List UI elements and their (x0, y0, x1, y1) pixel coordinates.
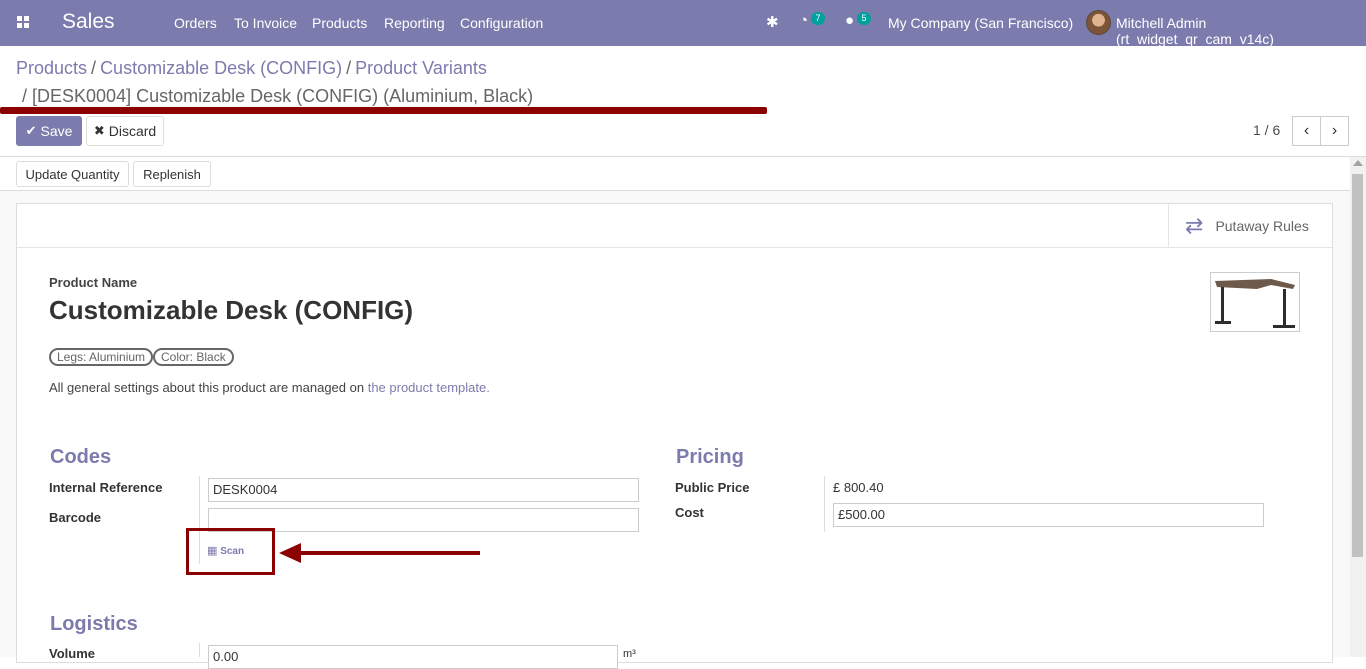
product-name-field[interactable]: Customizable Desk (CONFIG) (49, 295, 413, 326)
pager-value[interactable]: 1 / 6 (1253, 122, 1280, 138)
cost-input[interactable]: £500.00 (833, 503, 1264, 527)
breadcrumb-item-products[interactable]: Products (16, 58, 87, 78)
product-image[interactable] (1210, 272, 1300, 332)
scroll-up-arrow-icon[interactable] (1353, 160, 1363, 166)
desk-image (1215, 279, 1295, 328)
app-name[interactable]: Sales (62, 10, 115, 34)
pager-previous-button[interactable]: ‹ (1292, 116, 1321, 146)
barcode-label: Barcode (49, 510, 102, 525)
internal-reference-label: Internal Reference (49, 480, 163, 495)
volume-unit: m³ (623, 648, 636, 660)
annotation-arrow-head (279, 543, 301, 563)
logistics-group-title: Logistics (50, 613, 138, 635)
message-count-badge: 5 (857, 12, 871, 25)
messages-chat-icon[interactable]: ● (845, 12, 854, 29)
replenish-button[interactable]: Replenish (133, 161, 211, 187)
save-label: Save (40, 123, 73, 139)
annotation-underline (0, 107, 767, 114)
annotation-highlight-box (186, 528, 275, 575)
annotation-arrow-line (298, 551, 480, 555)
form-statusbar: Update Quantity Replenish (0, 157, 1350, 191)
chevron-left-icon: ‹ (1303, 122, 1310, 139)
cost-label: Cost (675, 505, 704, 520)
public-price-label: Public Price (675, 480, 750, 495)
tag-legs: Legs: Aluminium (49, 348, 154, 366)
smart-button-box: ⇄ Putaway Rules (17, 204, 1332, 248)
codes-group-title: Codes (50, 446, 112, 468)
pricing-divider (824, 476, 825, 532)
menu-reporting[interactable]: Reporting (384, 15, 445, 31)
user-menu[interactable]: Mitchell Admin (rt_widget_qr_cam_v14c) (1116, 15, 1366, 47)
activity-clock-icon[interactable]: ◔ (799, 12, 808, 29)
save-button[interactable]: ✔ Save (16, 116, 82, 146)
check-icon: ✔ (25, 123, 37, 138)
discard-label: Discard (108, 123, 157, 139)
public-price-value: £ 800.40 (833, 480, 884, 495)
template-info-label: All general settings about this product … (49, 380, 368, 395)
volume-input[interactable]: 0.00 (208, 645, 618, 669)
company-switcher[interactable]: My Company (San Francisco) (888, 15, 1073, 31)
apps-menu-icon[interactable] (17, 16, 29, 28)
product-template-link[interactable]: the product template. (368, 380, 490, 395)
breadcrumb-item-variants[interactable]: Product Variants (355, 58, 487, 78)
menu-orders[interactable]: Orders (174, 15, 217, 31)
user-avatar[interactable] (1086, 10, 1111, 35)
chevron-right-icon: › (1331, 122, 1338, 139)
menu-to-invoice[interactable]: To Invoice (234, 15, 297, 31)
volume-label: Volume (49, 646, 95, 661)
debug-bug-icon[interactable]: ✱ (766, 13, 782, 31)
scrollbar-thumb[interactable] (1352, 174, 1363, 557)
pricing-group-title: Pricing (676, 446, 744, 468)
template-info-text: All general settings about this product … (49, 380, 490, 395)
breadcrumb-item-template[interactable]: Customizable Desk (CONFIG) (100, 58, 342, 78)
product-name-label: Product Name (49, 275, 138, 290)
discard-button[interactable]: ✖ Discard (86, 116, 164, 146)
activity-count-badge: 7 (811, 12, 825, 25)
putaway-rules-label: Putaway Rules (1215, 218, 1309, 234)
putaway-rules-button[interactable]: ⇄ Putaway Rules (1168, 204, 1332, 248)
top-navbar: Sales Orders To Invoice Products Reporti… (0, 0, 1366, 47)
internal-reference-input[interactable]: DESK0004 (208, 478, 639, 502)
update-quantity-button[interactable]: Update Quantity (16, 161, 129, 187)
shuffle-icon: ⇄ (1185, 213, 1204, 238)
menu-configuration[interactable]: Configuration (460, 15, 543, 31)
form-sheet: ⇄ Putaway Rules (16, 203, 1333, 663)
breadcrumb-current: / [DESK0004] Customizable Desk (CONFIG) … (22, 86, 534, 106)
logistics-divider (199, 643, 200, 657)
breadcrumb: Products / Customizable Desk (CONFIG) / Prod… (16, 58, 487, 78)
close-icon: ✖ (93, 123, 105, 138)
menu-products[interactable]: Products (312, 15, 367, 31)
pager-next-button[interactable]: › (1320, 116, 1349, 146)
breadcrumb-current-label: [DESK0004] Customizable Desk (CONFIG) (A… (32, 86, 534, 106)
tag-color: Color: Black (153, 348, 234, 366)
